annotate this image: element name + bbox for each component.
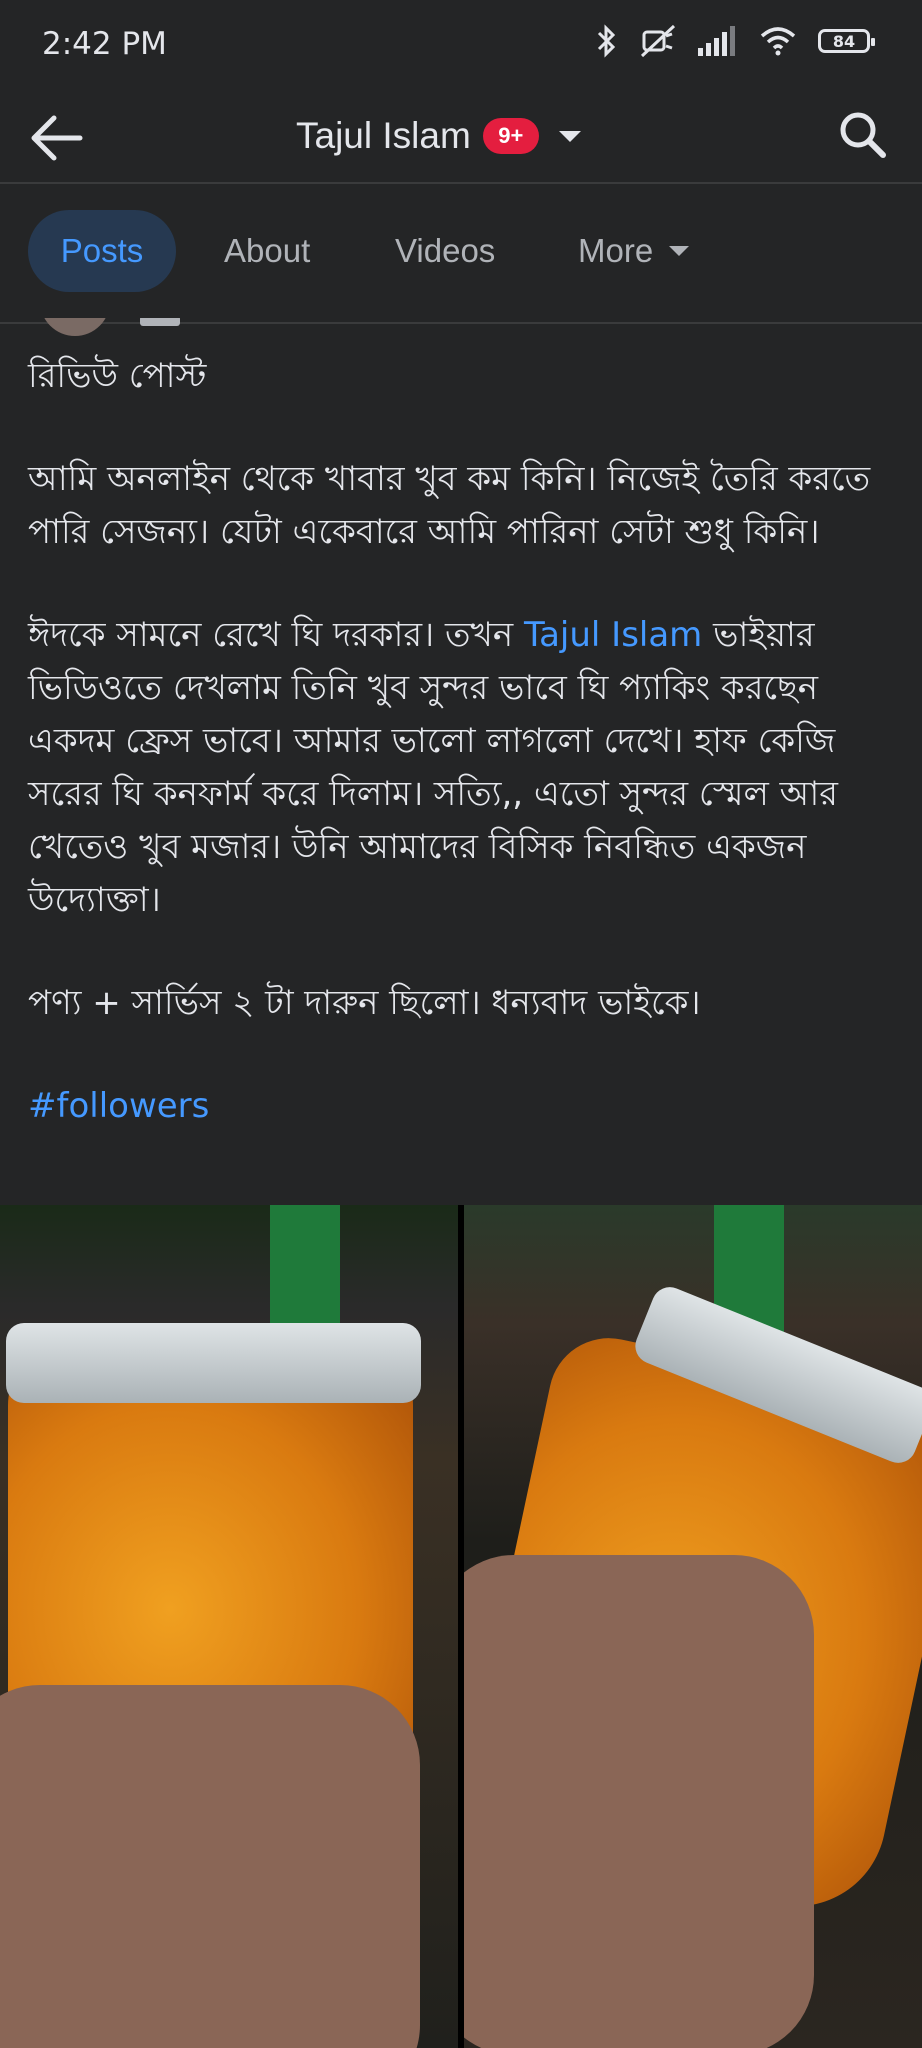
hashtag-link[interactable]: #followers (28, 1080, 898, 1133)
paragraph-2-text-a: ঈদকে সামনে রেখে ঘি দরকার। তখন (28, 615, 524, 655)
back-button[interactable] (26, 110, 90, 166)
title-dropdown[interactable]: Tajul Islam 9+ (296, 108, 581, 164)
search-button[interactable] (832, 104, 894, 166)
post-heading: রিভিউ পোস্ট (28, 356, 207, 396)
post-paragraph-3: পণ্য + সার্ভিস ২ টা দারুন ছিলো। ধন্যবাদ … (28, 983, 701, 1023)
caret-down-icon (669, 246, 690, 256)
bluetooth-icon (597, 24, 616, 58)
status-time: 2:42 PM (42, 26, 167, 62)
battery-icon: 84 (818, 29, 875, 53)
back-arrow-icon (31, 115, 83, 161)
tab-posts[interactable]: Posts (28, 210, 176, 292)
tab-more[interactable]: More (578, 210, 690, 292)
post-paragraph-2: ঈদকে সামনে রেখে ঘি দরকার। তখন Tajul Isla… (28, 609, 898, 927)
hand-shape (464, 1555, 814, 2048)
post-paragraph-1: আমি অনলাইন থেকে খাবার খুব কম কিনি। নিজেই… (28, 459, 871, 552)
battery-level: 84 (832, 31, 856, 51)
background-object (270, 1205, 340, 1335)
mention-link[interactable]: Tajul Islam (524, 615, 702, 655)
page-title: Tajul Islam (296, 115, 471, 156)
profile-tabs: Posts About Videos More (0, 184, 922, 324)
mute-icon (640, 24, 676, 58)
tab-label: About (224, 232, 311, 269)
tab-label: Posts (60, 232, 144, 269)
hand-shape (0, 1685, 420, 2048)
photo-ghee-jar-1[interactable] (0, 1205, 458, 2048)
photo-ghee-jar-2[interactable] (464, 1205, 922, 2048)
tab-label: Videos (395, 232, 496, 269)
notification-badge: 9+ (482, 118, 539, 154)
status-bar: 2:42 PM 84 (0, 0, 922, 92)
post-text: রিভিউ পোস্ট আমি অনলাইন থেকে খাবার খুব কম… (28, 350, 898, 1183)
author-avatar-partial[interactable] (40, 318, 110, 336)
wifi-icon (760, 27, 796, 56)
post-photos (0, 1205, 922, 2048)
jar-lid (6, 1323, 421, 1403)
caret-down-icon (558, 130, 581, 142)
tab-videos[interactable]: Videos (395, 210, 495, 292)
app-header: Tajul Islam 9+ (0, 92, 922, 184)
status-icons: 84 (596, 24, 875, 58)
tab-about[interactable]: About (224, 210, 310, 292)
paragraph-2-text-b: ভাইয়ার ভিডিওতে দেখলাম তিনি খুব সুন্দর ভ… (28, 615, 838, 920)
avatar (40, 318, 110, 336)
post-meta-partial (140, 318, 200, 330)
search-icon (840, 112, 886, 158)
tab-label: More (578, 232, 654, 269)
signal-icon (698, 26, 735, 56)
